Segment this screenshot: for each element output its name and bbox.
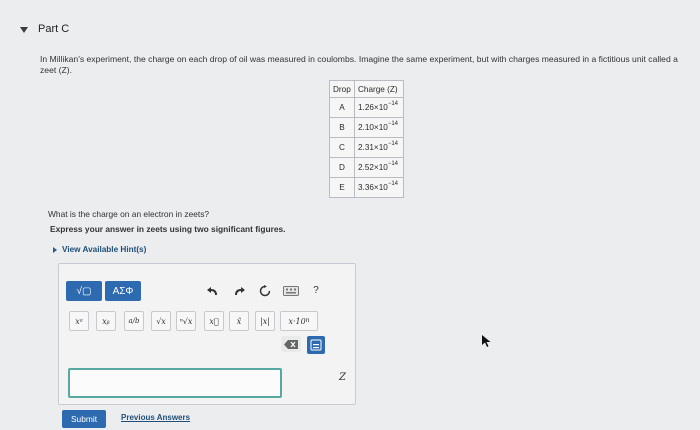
drop-label: B: [329, 117, 355, 138]
nth-root-tool[interactable]: ⁿ√x: [176, 311, 196, 331]
keyboard-icon[interactable]: [282, 284, 300, 298]
view-hints-link[interactable]: View Available Hint(s): [62, 245, 146, 254]
charge-value: 1.26×10−14: [354, 97, 404, 118]
table-row: B 2.10×10−14: [329, 117, 404, 138]
drop-label: C: [329, 137, 355, 158]
submit-button[interactable]: Submit: [62, 410, 106, 428]
table-row: C 2.31×10−14: [329, 137, 404, 158]
symbols-button[interactable]: ΑΣΦ: [105, 281, 141, 301]
expand-caret-icon[interactable]: [53, 247, 57, 253]
scientific-notation-tool[interactable]: x·10 n: [280, 311, 318, 331]
col-header-charge: Charge (Z): [354, 80, 404, 98]
undo-icon[interactable]: [205, 283, 221, 299]
instruction-text: Express your answer in zeets using two s…: [50, 224, 286, 234]
templates-button[interactable]: √▢: [66, 281, 102, 301]
keypad-icon[interactable]: [307, 336, 325, 354]
table-row: D 2.52×10−14: [329, 157, 404, 178]
col-header-drop: Drop: [329, 80, 355, 98]
part-title[interactable]: Part C: [38, 23, 69, 35]
delete-icon[interactable]: [281, 336, 301, 352]
subscript-tool[interactable]: xᵦ: [96, 311, 116, 331]
table-row: A 1.26×10−14: [329, 97, 404, 118]
reset-icon[interactable]: [257, 283, 273, 299]
charge-value: 3.36×10−14: [354, 177, 404, 198]
fraction-tool[interactable]: a/b: [124, 311, 144, 331]
drop-label: D: [329, 157, 355, 178]
problem-text: In Millikan's experiment, the charge on …: [40, 54, 678, 75]
answer-input[interactable]: [68, 368, 282, 398]
mouse-cursor-icon: [482, 334, 491, 352]
previous-answers-link[interactable]: Previous Answers: [121, 413, 190, 422]
drop-label: E: [329, 177, 355, 198]
unit-vector-tool[interactable]: x̂: [229, 311, 249, 331]
help-button[interactable]: ?: [309, 282, 323, 298]
templates-icon: √▢: [76, 285, 92, 297]
charge-table: Drop Charge (Z) A 1.26×10−14 B 2.10×10−1…: [329, 80, 404, 198]
symbols-label: ΑΣΦ: [112, 285, 134, 297]
drop-label: A: [329, 97, 355, 118]
sqrt-tool[interactable]: √x: [151, 311, 171, 331]
absolute-value-tool[interactable]: |x|: [255, 311, 275, 331]
unit-label: Z: [339, 372, 346, 383]
collapse-caret-icon[interactable]: [20, 27, 28, 33]
redo-icon[interactable]: [231, 283, 247, 299]
question-text: What is the charge on an electron in zee…: [48, 209, 210, 219]
table-row: E 3.36×10−14: [329, 177, 404, 198]
vector-tool[interactable]: x⃗: [204, 311, 224, 331]
superscript-tool[interactable]: xᵃ: [69, 311, 89, 331]
charge-value: 2.52×10−14: [354, 157, 404, 178]
charge-value: 2.10×10−14: [354, 117, 404, 138]
charge-value: 2.31×10−14: [354, 137, 404, 158]
